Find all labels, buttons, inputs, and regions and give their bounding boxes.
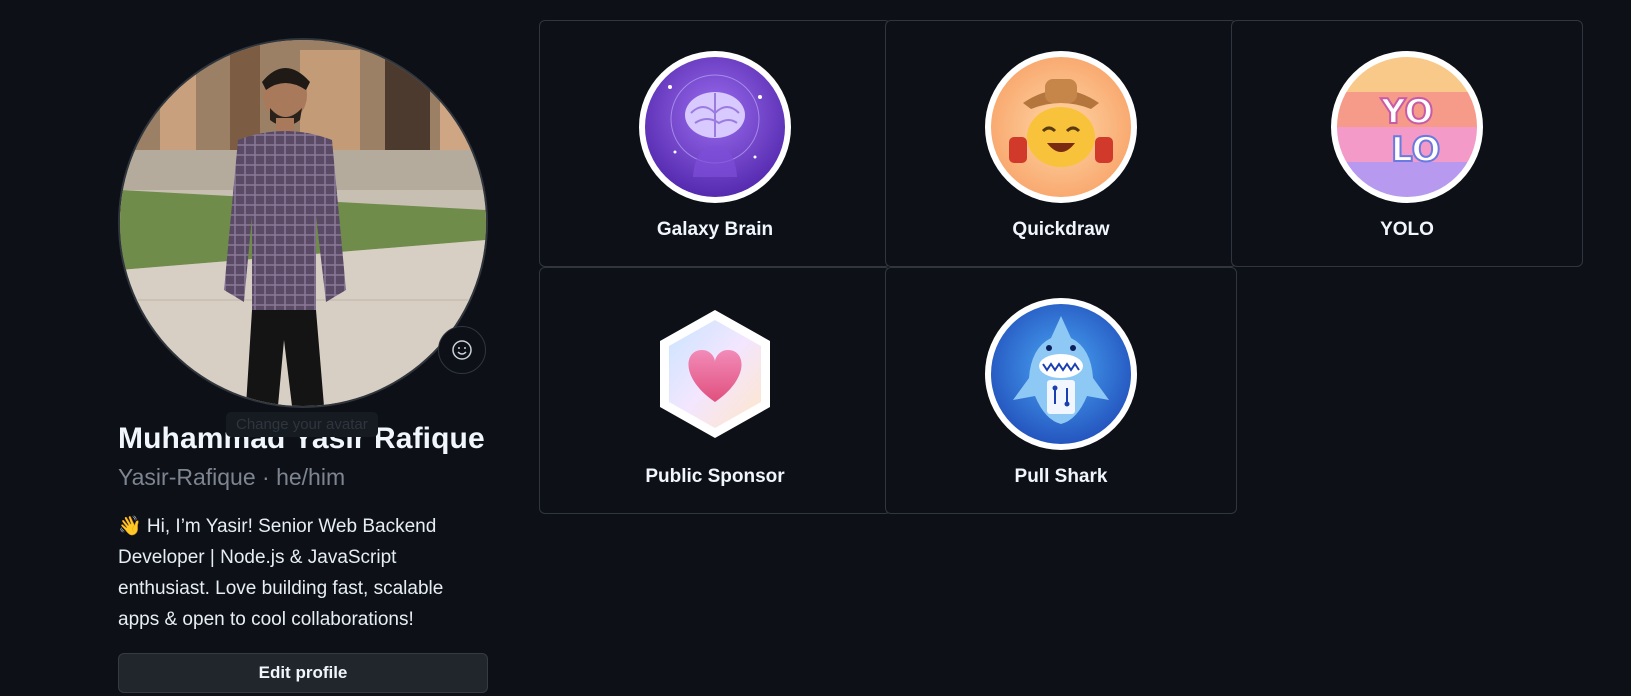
achievement-card-pull-shark[interactable]: Pull Shark	[885, 267, 1237, 514]
pull-shark-badge	[985, 298, 1137, 450]
profile-login: Yasir-Rafique · he/him	[118, 464, 346, 490]
smiley-icon	[452, 340, 472, 360]
achievement-card-public-sponsor[interactable]: Public Sponsor	[539, 267, 891, 514]
achievement-title: YOLO	[1380, 219, 1434, 240]
avatar-tooltip: Change your avatar	[226, 412, 378, 437]
svg-text:YO: YO	[1380, 92, 1433, 132]
achievement-title: Galaxy Brain	[656, 219, 774, 240]
achievement-title: Pull Shark	[1014, 466, 1108, 487]
profile-sidebar: Change your avatar Muhammad Yasir Rafiqu…	[118, 38, 488, 693]
yolo-icon: YO LO	[1337, 57, 1477, 197]
set-status-button[interactable]	[438, 326, 486, 374]
galaxy-brain-badge	[639, 51, 791, 203]
avatar-photo	[120, 40, 486, 406]
achievement-title: Quickdraw	[1012, 219, 1110, 240]
edit-profile-button[interactable]: Edit profile	[118, 653, 488, 693]
public-sponsor-icon	[660, 310, 770, 438]
public-sponsor-badge	[639, 298, 791, 450]
quickdraw-badge	[985, 51, 1137, 203]
achievement-card-yolo[interactable]: YO LO YOLO	[1231, 20, 1583, 267]
achievement-card-quickdraw[interactable]: Quickdraw	[885, 20, 1237, 267]
achievement-title: Public Sponsor	[645, 466, 785, 487]
pull-shark-icon	[991, 304, 1131, 444]
avatar-container: Change your avatar	[118, 38, 488, 437]
yolo-badge: YO LO	[1331, 51, 1483, 203]
galaxy-brain-icon	[645, 57, 785, 197]
svg-text:LO: LO	[1391, 130, 1440, 170]
profile-bio: 👋 Hi, I’m Yasir! Senior Web Backend Deve…	[118, 516, 444, 630]
achievement-card-galaxy-brain[interactable]: Galaxy Brain	[539, 20, 891, 267]
avatar[interactable]	[118, 38, 488, 408]
quickdraw-icon	[991, 57, 1131, 197]
